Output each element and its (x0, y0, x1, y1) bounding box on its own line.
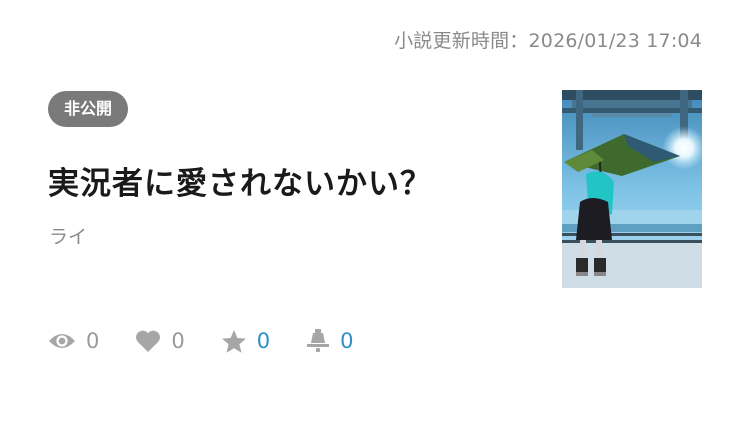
eye-icon (49, 334, 75, 348)
views-count: 0 (86, 329, 100, 353)
novel-title[interactable]: 実況者に愛されないかい？ (48, 158, 432, 203)
cover-illustration (562, 90, 702, 288)
views-stat: 0 (48, 329, 99, 353)
cover-thumbnail[interactable] (562, 90, 702, 288)
favorites-count: 0 (256, 329, 271, 353)
heart-icon[interactable] (135, 329, 161, 353)
star-icon[interactable] (221, 329, 247, 354)
updated-time: 小説更新時間：2026/01/23 17:04 (394, 30, 702, 52)
favorites-stat[interactable]: 0 (221, 329, 270, 354)
comments-count: 0 (340, 329, 354, 353)
likes-stat[interactable]: 0 (135, 329, 185, 353)
private-badge: 非公開 (48, 91, 129, 127)
stats-bar: 0 0 0 0 (48, 324, 390, 358)
likes-count: 0 (171, 329, 185, 353)
author-name[interactable]: ライ (49, 222, 87, 249)
lamp-icon[interactable] (306, 328, 330, 354)
comments-stat[interactable]: 0 (306, 328, 354, 354)
